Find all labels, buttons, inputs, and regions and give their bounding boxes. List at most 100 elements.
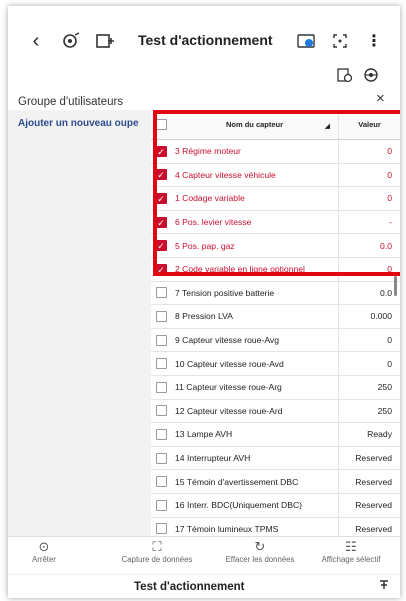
add-group-link[interactable]: Ajouter un nouveau oupe [18,118,143,129]
row-checkbox[interactable]: ✓ [151,192,171,204]
checkbox-empty[interactable] [155,287,167,299]
row-checkbox[interactable] [151,476,171,488]
sort-icon[interactable]: ◢ [325,122,330,130]
table-row[interactable]: ✓ 3 Régime moteur 0 [151,140,400,164]
checkmark-icon[interactable]: ✓ [155,192,167,204]
sensor-value: 0 [338,352,400,375]
table-row[interactable]: 15 Témoin d'avertissement DBC Reserved [151,470,400,494]
sensor-value: 0.0 [338,234,400,257]
table-row[interactable]: ✓ 4 Capteur vitesse véhicule 0 [151,163,400,188]
sensor-value: - [338,210,400,234]
sensor-name: 16 Interr. BDC(Uniquement DBC) [175,500,303,511]
table-row[interactable]: ✓ 2 Code variable en ligne optionnel 0 [151,257,400,282]
table-row[interactable]: ✓ 1 Codage variable 0 [151,187,400,211]
table-header: Nom du capteur ◢ Valeur [151,110,400,140]
row-checkbox[interactable] [151,287,171,299]
table-row[interactable]: ✓ 5 Pos. pap. gaz 0.0 [151,234,400,258]
column-header-name[interactable]: Nom du capteur ◢ [171,120,338,130]
table-row[interactable]: 16 Interr. BDC(Uniquement DBC) Reserved [151,493,400,518]
table-row[interactable]: ✓ 6 Pos. levier vitesse - [151,210,400,235]
sensor-name: 12 Capteur vitesse roue-Ard [175,405,283,416]
sensor-name: 17 Témoin lumineux TPMS [175,523,279,534]
vehicle-connection-icon[interactable] [60,30,82,52]
checkbox-empty[interactable] [155,358,167,370]
app-screen: ‹ Test d'actionnement ⋮ Groupe d'utilisa… [8,6,400,598]
checkbox-empty[interactable] [155,499,167,511]
row-checkbox[interactable] [151,405,171,417]
sensor-value: 0 [338,328,400,352]
checkbox-empty[interactable] [155,381,167,393]
checkbox-empty[interactable] [155,523,167,535]
checkmark-icon[interactable]: ✓ [155,169,167,181]
row-checkbox[interactable] [151,310,171,322]
badge-icon[interactable] [296,30,318,52]
checkbox-empty[interactable] [155,334,167,346]
footer-bar: Test d'actionnement [8,574,400,598]
footer-title: Test d'actionnement [134,581,245,593]
row-checkbox[interactable]: ✓ [151,169,171,181]
table-row[interactable]: 7 Tension positive batterie 0.0 [151,281,400,306]
back-icon[interactable]: ‹ [28,30,44,52]
row-checkbox[interactable] [151,499,171,511]
sensor-value: 0.000 [338,305,400,328]
sensor-name: 6 Pos. levier vitesse [175,217,252,228]
sensor-name: 5 Pos. pap. gaz [175,240,235,251]
sensor-value: 0 [338,257,400,281]
table-row[interactable]: 11 Capteur vitesse roue-Arg 250 [151,375,400,400]
capture-button[interactable]: ⛶ Capture de données [114,539,200,564]
row-checkbox[interactable] [151,428,171,440]
stop-icon: ⊙ [38,539,50,554]
row-checkbox[interactable]: ✓ [151,240,171,252]
checkbox-empty[interactable] [155,310,167,322]
sensor-name: 15 Témoin d'avertissement DBC [175,476,299,487]
row-checkbox[interactable]: ✓ [151,263,171,275]
table-row[interactable]: 10 Capteur vitesse roue-Avd 0 [151,352,400,376]
checkbox-empty[interactable] [155,428,167,440]
bottom-toolbar: ⊙ Arrêter ⛶ Capture de données ↻ Effacer… [8,536,400,574]
scrollbar[interactable] [394,276,397,296]
refresh-icon: ↻ [254,539,266,554]
selective-label: Affichage sélectif [321,555,381,564]
stop-button[interactable]: ⊙ Arrêter [26,539,62,564]
sensor-name: 14 Interrupteur AVH [175,453,251,464]
more-icon[interactable]: ⋮ [366,30,382,52]
table-row[interactable]: 13 Lampe AVH Ready [151,423,400,447]
row-checkbox[interactable] [151,452,171,464]
capture-icon: ⛶ [152,539,162,554]
table-row[interactable]: 8 Pression LVA 0.000 [151,305,400,329]
sensor-value: 0 [338,140,400,163]
close-icon[interactable]: × [376,90,385,107]
sensor-table: Nom du capteur ◢ Valeur ✓ 3 Régime moteur 0… [151,110,400,540]
top-bar: ‹ Test d'actionnement ⋮ [8,20,400,60]
row-checkbox[interactable] [151,381,171,393]
recording-icon[interactable] [336,66,354,84]
expand-icon[interactable] [330,30,350,52]
row-checkbox[interactable] [151,523,171,535]
checkmark-icon[interactable]: ✓ [155,240,167,252]
clear-button[interactable]: ↻ Effacer les données [220,539,300,564]
sensor-name: 7 Tension positive batterie [175,287,275,298]
user-group-title: Groupe d'utilisateurs [18,96,124,108]
table-row[interactable]: 14 Interrupteur AVH Reserved [151,446,400,471]
select-all-checkbox[interactable] [151,119,171,130]
row-checkbox[interactable] [151,334,171,346]
checkbox-empty[interactable] [155,476,167,488]
checkbox-empty[interactable] [155,452,167,464]
add-screen-icon[interactable] [94,30,116,52]
capture-label: Capture de données [121,555,193,564]
steering-icon[interactable] [362,66,380,84]
checkmark-icon[interactable]: ✓ [155,216,167,228]
table-row[interactable]: 9 Capteur vitesse roue-Avg 0 [151,328,400,353]
row-checkbox[interactable] [151,358,171,370]
checkbox-empty[interactable] [155,405,167,417]
table-row[interactable]: 12 Capteur vitesse roue-Ard 250 [151,399,400,424]
checkmark-icon[interactable]: ✓ [155,263,167,275]
selective-display-button[interactable]: ☷ Affichage sélectif [308,539,394,564]
column-header-value[interactable]: Valeur [338,110,400,139]
pin-icon[interactable] [378,579,390,594]
row-checkbox[interactable]: ✓ [151,216,171,228]
sensor-value: 250 [338,375,400,399]
checkmark-icon[interactable]: ✓ [155,145,167,157]
stop-label: Arrêter [32,555,56,564]
row-checkbox[interactable]: ✓ [151,145,171,157]
